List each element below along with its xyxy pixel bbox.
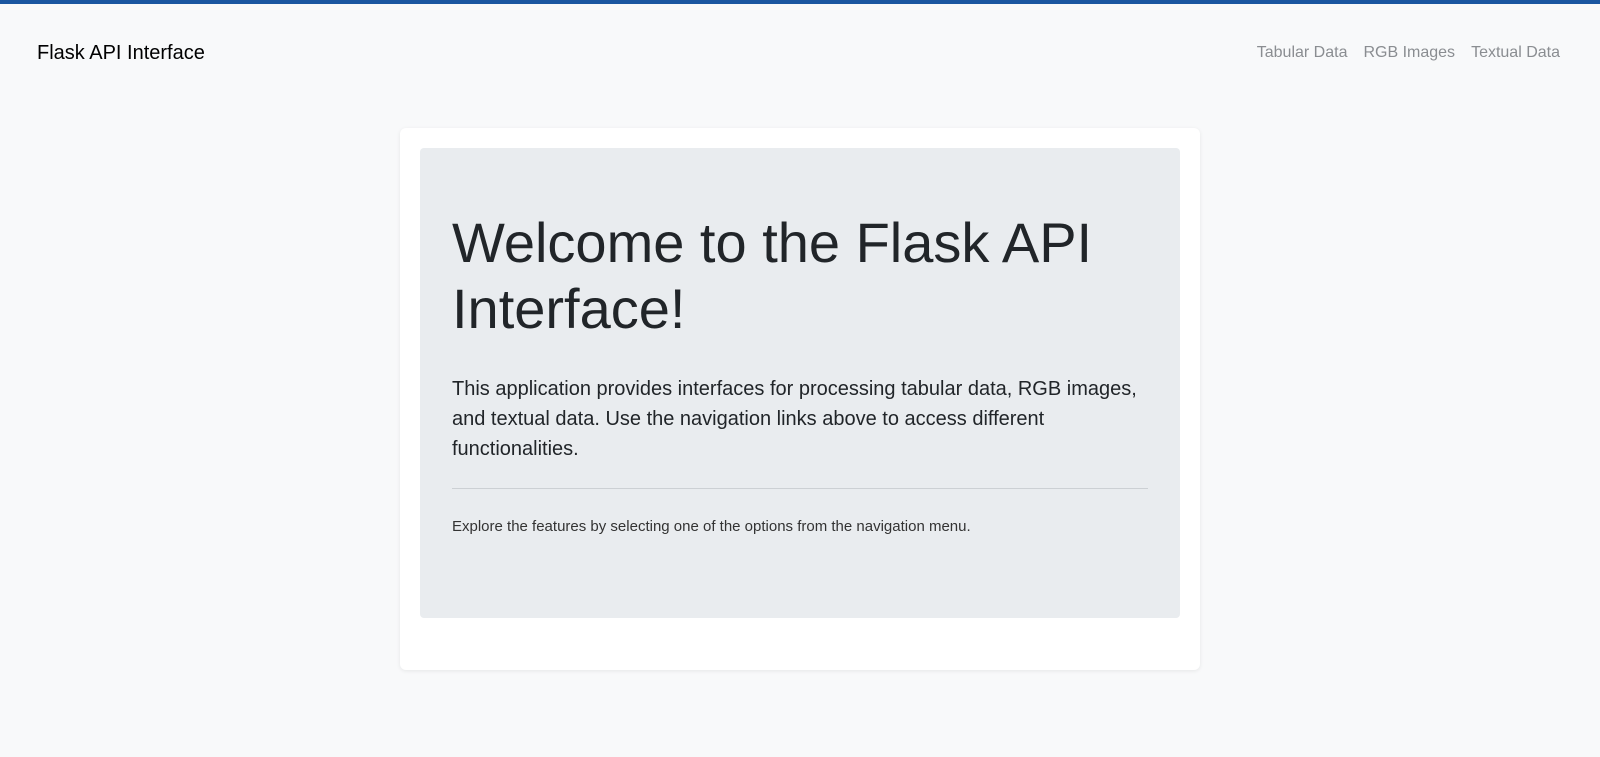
navbar: Flask API Interface Tabular Data RGB Ima… bbox=[0, 4, 1600, 104]
nav-link-textual-data[interactable]: Textual Data bbox=[1471, 44, 1560, 62]
divider bbox=[452, 488, 1148, 489]
page-title: Welcome to the Flask API Interface! bbox=[452, 211, 1093, 340]
brand-link[interactable]: Flask API Interface bbox=[37, 42, 205, 65]
nav-links: Tabular Data RGB Images Textual Data bbox=[1257, 44, 1560, 62]
nav-link-tabular-data[interactable]: Tabular Data bbox=[1257, 44, 1348, 62]
lead-text: This application provides interfaces for… bbox=[452, 378, 1137, 460]
jumbotron: Welcome to the Flask API Interface! This… bbox=[420, 148, 1180, 618]
main-card: Welcome to the Flask API Interface! This… bbox=[400, 128, 1200, 670]
nav-link-rgb-images[interactable]: RGB Images bbox=[1363, 44, 1455, 62]
note-text: Explore the features by selecting one of… bbox=[452, 518, 971, 535]
